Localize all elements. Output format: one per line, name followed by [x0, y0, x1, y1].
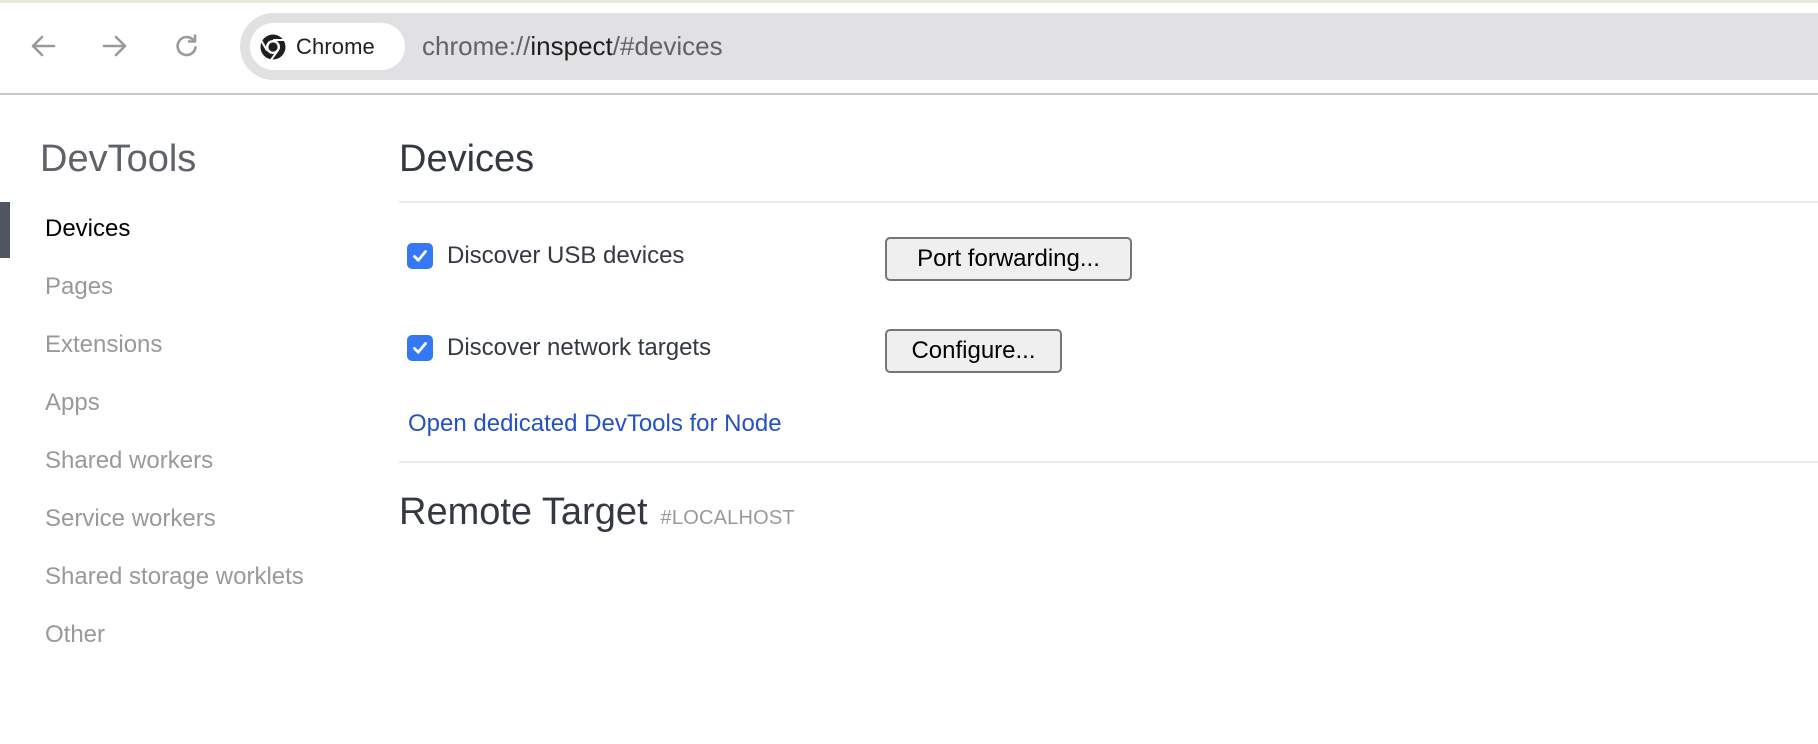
sidebar-item-label: Shared workers — [45, 447, 214, 474]
remote-target-heading: Remote Target #LOCALHOST — [399, 489, 795, 535]
configure-button[interactable]: Configure... — [885, 329, 1062, 373]
sidebar-item-label: Shared storage worklets — [45, 563, 304, 590]
remote-target-title: Remote Target — [399, 491, 648, 533]
section-divider — [399, 461, 1818, 463]
discover-network-checkbox[interactable] — [407, 335, 433, 361]
checkmark-icon — [413, 250, 427, 262]
sidebar-item-label: Devices — [45, 215, 131, 242]
reload-icon — [176, 34, 197, 57]
sidebar-item-extensions[interactable]: Extensions — [0, 317, 380, 375]
discover-usb-row: Discover USB devices — [407, 241, 684, 271]
arrow-left-icon — [31, 35, 56, 57]
sidebar-item-pages[interactable]: Pages — [0, 259, 380, 317]
arrow-right-icon — [102, 35, 127, 57]
open-node-devtools-link[interactable]: Open dedicated DevTools for Node — [408, 408, 782, 440]
sidebar-item-shared-workers[interactable]: Shared workers — [0, 433, 380, 491]
sidebar-item-other[interactable]: Other — [0, 607, 380, 665]
site-info-chip[interactable]: Chrome — [250, 23, 405, 70]
checkmark-icon — [413, 342, 427, 354]
forward-button[interactable] — [97, 28, 133, 64]
sidebar-item-label: Extensions — [45, 331, 163, 358]
header-divider — [399, 201, 1818, 203]
sidebar-item-label: Pages — [45, 273, 114, 300]
discover-network-row: Discover network targets — [407, 333, 711, 363]
main-content: Devices Discover USB devices Port forwar… — [399, 0, 1818, 744]
reload-button[interactable] — [169, 28, 205, 64]
sidebar-item-label: Service workers — [45, 505, 216, 532]
sidebar-title: DevTools — [40, 138, 197, 180]
discover-usb-checkbox[interactable] — [407, 243, 433, 269]
remote-target-host: #LOCALHOST — [660, 507, 795, 529]
sidebar-item-apps[interactable]: Apps — [0, 375, 380, 433]
chrome-logo-icon — [260, 34, 286, 61]
site-chip-label: Chrome — [296, 33, 375, 59]
discover-network-label[interactable]: Discover network targets — [447, 334, 711, 362]
sidebar-nav: Devices Pages Extensions Apps Shared wor… — [0, 201, 380, 665]
port-forwarding-button[interactable]: Port forwarding... — [885, 237, 1132, 281]
sidebar-item-devices[interactable]: Devices — [0, 201, 380, 259]
sidebar-item-label: Apps — [45, 389, 100, 416]
back-button[interactable] — [25, 28, 61, 64]
sidebar-item-service-workers[interactable]: Service workers — [0, 491, 380, 549]
sidebar-item-label: Other — [45, 621, 106, 648]
active-indicator — [0, 202, 10, 258]
discover-usb-label[interactable]: Discover USB devices — [447, 242, 684, 270]
page-title: Devices — [399, 138, 535, 180]
sidebar-item-shared-storage-worklets[interactable]: Shared storage worklets — [0, 549, 380, 607]
